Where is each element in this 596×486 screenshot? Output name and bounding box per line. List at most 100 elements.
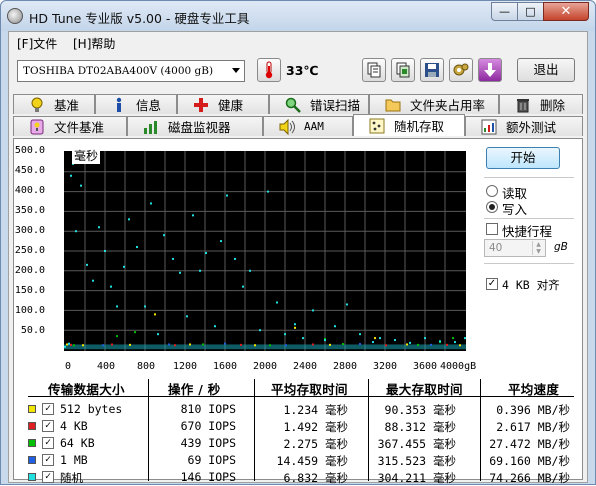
scatter-point	[379, 337, 381, 340]
series-checkbox[interactable]: ✓	[42, 420, 54, 432]
scatter-point	[446, 343, 448, 346]
tab-error-scan[interactable]: 错误扫描	[269, 94, 369, 114]
series-color-swatch	[28, 422, 36, 430]
table-row: ✓ 512 bytes 810 IOPS 1.234 毫秒 90.353 毫秒 …	[28, 401, 574, 418]
save-icon[interactable]	[420, 58, 444, 82]
scatter-point	[172, 257, 174, 260]
thermometer-icon[interactable]	[257, 58, 281, 82]
y-tick-label: 50.0	[20, 325, 45, 336]
scatter-point	[80, 184, 82, 187]
scatter-point	[452, 337, 454, 340]
scatter-point	[312, 343, 314, 346]
drive-select[interactable]: TOSHIBA DT02ABA400V (4000 gB)	[17, 60, 245, 82]
tab-benchmark-label: 基准	[54, 98, 80, 113]
copy-screenshot-icon[interactable]	[391, 58, 415, 82]
spin-down-icon[interactable]: ▼	[532, 248, 544, 255]
tab-random-access-label: 随机存取	[394, 119, 445, 134]
row-size: 4 KB	[60, 419, 88, 433]
menu-bar: [F]文件 [H]帮助	[9, 32, 587, 52]
tab-extra-tests[interactable]: 额外测试	[465, 116, 583, 136]
scatter-point	[302, 337, 304, 340]
table-row: ✓ 1 MB 69 IOPS 14.459 毫秒 315.523 毫秒 69.1…	[28, 452, 574, 469]
options-icon[interactable]	[449, 58, 473, 82]
scatter-point	[205, 251, 207, 254]
x-tick-label: 1200	[173, 361, 198, 372]
scatter-point	[129, 343, 131, 346]
scatter-point	[394, 339, 396, 342]
baseline-access-band	[64, 344, 466, 350]
scatter-point	[189, 343, 191, 346]
series-checkbox[interactable]: ✓	[42, 403, 54, 415]
scatter-point	[224, 342, 226, 345]
scatter-point	[123, 265, 125, 268]
tab-folder-usage-label: 文件夹占用率	[410, 98, 486, 113]
short-stroke-checkbox[interactable]	[486, 223, 498, 235]
scatter-point	[73, 344, 75, 347]
scatter-point	[150, 202, 152, 205]
info-icon	[110, 97, 128, 113]
x-tick-label: 4000gB	[440, 361, 477, 372]
scatter-point	[70, 174, 72, 177]
maximize-button[interactable]: □	[517, 2, 544, 21]
scatter-point	[75, 230, 77, 233]
scatter-point	[174, 344, 176, 347]
scatter-point	[220, 240, 222, 243]
tab-file-benchmark[interactable]: 文件基准	[13, 116, 127, 136]
x-tick-label: 0	[65, 361, 72, 372]
header-rule	[28, 396, 574, 397]
y-unit-label: 毫秒	[72, 147, 101, 164]
tab-file-benchmark-label: 文件基准	[54, 120, 105, 135]
row-size: 64 KB	[60, 436, 95, 450]
scatter-point	[294, 326, 296, 329]
tab-disk-monitor-label: 磁盘监视器	[168, 120, 231, 135]
series-color-swatch	[28, 456, 36, 464]
tab-random-access[interactable]: 随机存取	[353, 114, 465, 136]
hdtune-logo-icon	[7, 8, 23, 24]
access-time-chart: 毫秒 500.0 450.0 400.0 350.0 300.0 250.0 2…	[15, 145, 476, 375]
scatter-point	[186, 315, 188, 318]
exit-button[interactable]: 退出	[517, 58, 575, 82]
short-stroke-unit: gB	[554, 241, 568, 253]
scatter-point	[66, 343, 68, 346]
close-button[interactable]: ✕	[543, 2, 589, 21]
divider	[484, 218, 574, 219]
tab-info[interactable]: 信息	[95, 94, 177, 114]
row-avg: 1.234 毫秒	[283, 403, 348, 417]
row-speed: 0.396 MB/秒	[496, 403, 570, 417]
tab-health[interactable]: 健康	[177, 94, 269, 114]
download-icon[interactable]	[478, 58, 502, 82]
tab-benchmark[interactable]: 基准	[13, 94, 95, 114]
row-ops: 146 IOPS	[180, 470, 236, 484]
tab-folder-usage[interactable]: 文件夹占用率	[369, 94, 499, 114]
tab-error-scan-label: 错误扫描	[310, 98, 361, 113]
read-radio[interactable]	[486, 185, 498, 197]
short-stroke-size-input[interactable]: 40 ▲ ▼	[484, 239, 546, 257]
scatter-point	[202, 343, 204, 346]
menu-file[interactable]: [F]文件	[17, 35, 57, 52]
plot-area	[64, 151, 466, 351]
x-tick-label: 2800	[333, 361, 358, 372]
menu-help[interactable]: [H]帮助	[73, 35, 115, 52]
scatter-point	[359, 343, 361, 346]
random-access-icon	[368, 118, 386, 134]
tab-aam[interactable]: AAM	[263, 116, 353, 136]
title-bar[interactable]: HD Tune 专业版 v5.00 - 硬盘专业工具 — □ ✕	[1, 1, 595, 31]
scatter-point	[163, 234, 165, 237]
spin-up-icon[interactable]: ▲	[532, 241, 544, 248]
row-avg: 6.832 毫秒	[283, 471, 348, 485]
x-tick-label: 800	[137, 361, 156, 372]
start-button[interactable]: 开始	[486, 147, 560, 169]
series-checkbox[interactable]: ✓	[42, 471, 54, 483]
copy-info-icon[interactable]	[362, 58, 386, 82]
series-checkbox[interactable]: ✓	[42, 437, 54, 449]
align-4kb-checkbox[interactable]: ✓	[486, 278, 498, 290]
minimize-button[interactable]: —	[491, 2, 518, 21]
health-cross-icon	[192, 97, 210, 113]
tab-erase[interactable]: 删除	[499, 94, 583, 114]
scatter-point	[385, 344, 387, 347]
scatter-point	[259, 329, 261, 332]
series-checkbox[interactable]: ✓	[42, 454, 54, 466]
tab-disk-monitor[interactable]: 磁盘监视器	[127, 116, 263, 136]
row-avg: 2.275 毫秒	[283, 437, 348, 451]
write-radio[interactable]	[486, 201, 498, 213]
